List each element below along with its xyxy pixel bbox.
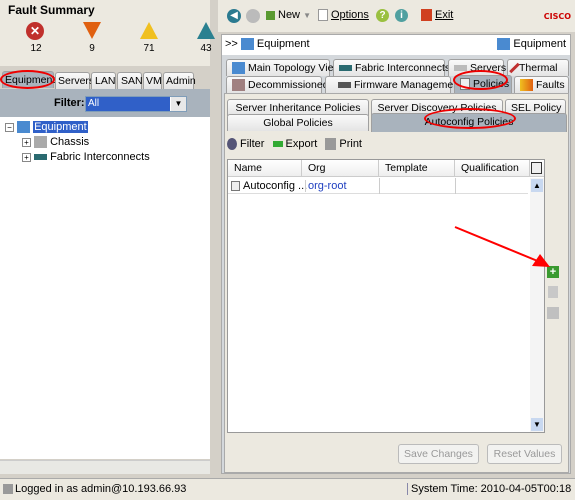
- equipment-icon: [17, 121, 31, 134]
- critical-faults[interactable]: ✕ 12: [26, 22, 46, 54]
- highlight-oval: [453, 70, 508, 90]
- critical-icon: ✕: [26, 22, 44, 40]
- tree-item-fabric-interconnects[interactable]: + Fabric Interconnects: [22, 151, 150, 163]
- tab-admin[interactable]: Admin: [163, 72, 196, 89]
- warning-faults[interactable]: 43: [196, 22, 216, 54]
- tab-vm[interactable]: VM: [143, 72, 162, 89]
- major-faults[interactable]: 9: [82, 22, 102, 54]
- info-icon[interactable]: i: [395, 9, 408, 22]
- tree-root[interactable]: − Equipment: [5, 121, 88, 134]
- annotation-arrow: [454, 226, 550, 267]
- fabric-interconnect-icon: [339, 65, 352, 72]
- faults-icon: [520, 79, 533, 92]
- main-toolbar: ◀ New ▼ Options ? i Exit cisco: [218, 0, 575, 32]
- chassis-icon: [34, 136, 48, 149]
- table-toolbar: Filter Export Print: [227, 138, 362, 151]
- system-time: System Time: 2010-04-05T00:18: [407, 483, 571, 495]
- tree-item-chassis[interactable]: + Chassis: [22, 136, 89, 149]
- print-button[interactable]: Print: [325, 138, 362, 151]
- reset-values-button[interactable]: Reset Values: [487, 444, 562, 464]
- status-bar: Logged in as admin@10.193.66.93 System T…: [0, 478, 575, 500]
- table-row[interactable]: Autoconfig ... org-root: [228, 178, 528, 194]
- filter-button[interactable]: Filter: [227, 138, 264, 151]
- tab-faults[interactable]: Faults: [514, 76, 569, 93]
- fault-summary-title: Fault Summary: [8, 3, 95, 17]
- tab-servers[interactable]: Servers: [55, 72, 94, 89]
- fabric-interconnect-icon: [34, 154, 48, 161]
- filter-label: Filter:: [54, 97, 85, 109]
- equipment-tree: − Equipment + Chassis + Fabric Interconn…: [0, 117, 210, 459]
- tab-thermal[interactable]: Thermal: [507, 59, 569, 76]
- minor-faults[interactable]: 71: [139, 22, 159, 54]
- equipment-icon: [497, 38, 511, 51]
- warning-icon: [197, 22, 215, 39]
- forward-icon[interactable]: [246, 9, 260, 23]
- print-icon: [325, 138, 337, 151]
- filter-icon: [227, 138, 237, 151]
- collapse-icon[interactable]: −: [5, 123, 14, 132]
- tab-decommissioned[interactable]: Decommissioned: [226, 76, 329, 93]
- column-header-name[interactable]: Name: [228, 160, 302, 177]
- equipment-icon: [240, 38, 254, 51]
- policies-panel: Server Inheritance Policies Server Disco…: [224, 93, 569, 473]
- exit-button[interactable]: Exit: [421, 9, 453, 22]
- column-header-template[interactable]: Template: [379, 160, 455, 177]
- column-chooser-icon[interactable]: [531, 162, 542, 174]
- login-status: Logged in as admin@10.193.66.93: [15, 483, 187, 495]
- options-button[interactable]: Options: [318, 9, 369, 22]
- cisco-logo: cisco: [543, 12, 571, 21]
- scroll-down-icon[interactable]: ▼: [531, 418, 543, 431]
- table-header: Name Org Template Qualification: [228, 160, 544, 177]
- breadcrumb: >> Equipment Equipment: [222, 35, 570, 55]
- tab-global-policies[interactable]: Global Policies: [227, 114, 369, 131]
- server-icon: [454, 65, 467, 72]
- nav-tabs: Equipment Servers LAN SAN VM Admin: [0, 70, 210, 89]
- save-changes-button[interactable]: Save Changes: [398, 444, 479, 464]
- decommissioned-icon: [232, 79, 245, 92]
- policies-table: Name Org Template Qualification Autoconf…: [227, 159, 545, 433]
- tab-main-topology[interactable]: Main Topology View: [226, 59, 341, 76]
- tab-firmware-management[interactable]: Firmware Management: [325, 76, 462, 93]
- horizontal-scrollbar[interactable]: [0, 460, 210, 474]
- expand-icon[interactable]: +: [22, 138, 31, 147]
- highlight-oval: [424, 108, 516, 129]
- chevron-down-icon[interactable]: ▼: [171, 97, 186, 111]
- tab-san[interactable]: SAN: [117, 72, 143, 89]
- exit-icon: [421, 9, 432, 22]
- export-icon: [272, 141, 283, 148]
- options-icon: [318, 9, 328, 22]
- copy-icon[interactable]: [547, 307, 559, 319]
- delete-icon[interactable]: [548, 286, 558, 298]
- topology-icon: [232, 62, 245, 75]
- tab-fabric-interconnects[interactable]: Fabric Interconnects: [333, 59, 450, 76]
- new-button[interactable]: New ▼: [266, 9, 311, 21]
- new-icon: [266, 10, 275, 20]
- fault-summary: Fault Summary ✕ 12 9 71 43: [0, 0, 215, 66]
- export-button[interactable]: Export: [272, 138, 317, 150]
- column-header-qualification[interactable]: Qualification: [455, 160, 530, 177]
- filter-bar: Filter: All ▼: [0, 89, 210, 117]
- back-icon[interactable]: ◀: [227, 9, 241, 23]
- firmware-icon: [338, 82, 351, 89]
- highlight-oval: [0, 70, 55, 89]
- column-header-org[interactable]: Org: [302, 160, 379, 177]
- scroll-up-icon[interactable]: ▲: [531, 179, 543, 192]
- tab-lan[interactable]: LAN: [91, 72, 116, 89]
- vertical-scrollbar[interactable]: ▲ ▼: [530, 178, 544, 432]
- major-icon: [83, 22, 101, 39]
- user-icon: [3, 484, 13, 494]
- minor-icon: [140, 22, 158, 39]
- breadcrumb-equipment[interactable]: Equipment: [257, 38, 310, 50]
- filter-select[interactable]: All ▼: [85, 96, 187, 112]
- policy-icon: [231, 181, 240, 192]
- help-icon[interactable]: ?: [376, 9, 389, 22]
- expand-icon[interactable]: +: [22, 153, 31, 162]
